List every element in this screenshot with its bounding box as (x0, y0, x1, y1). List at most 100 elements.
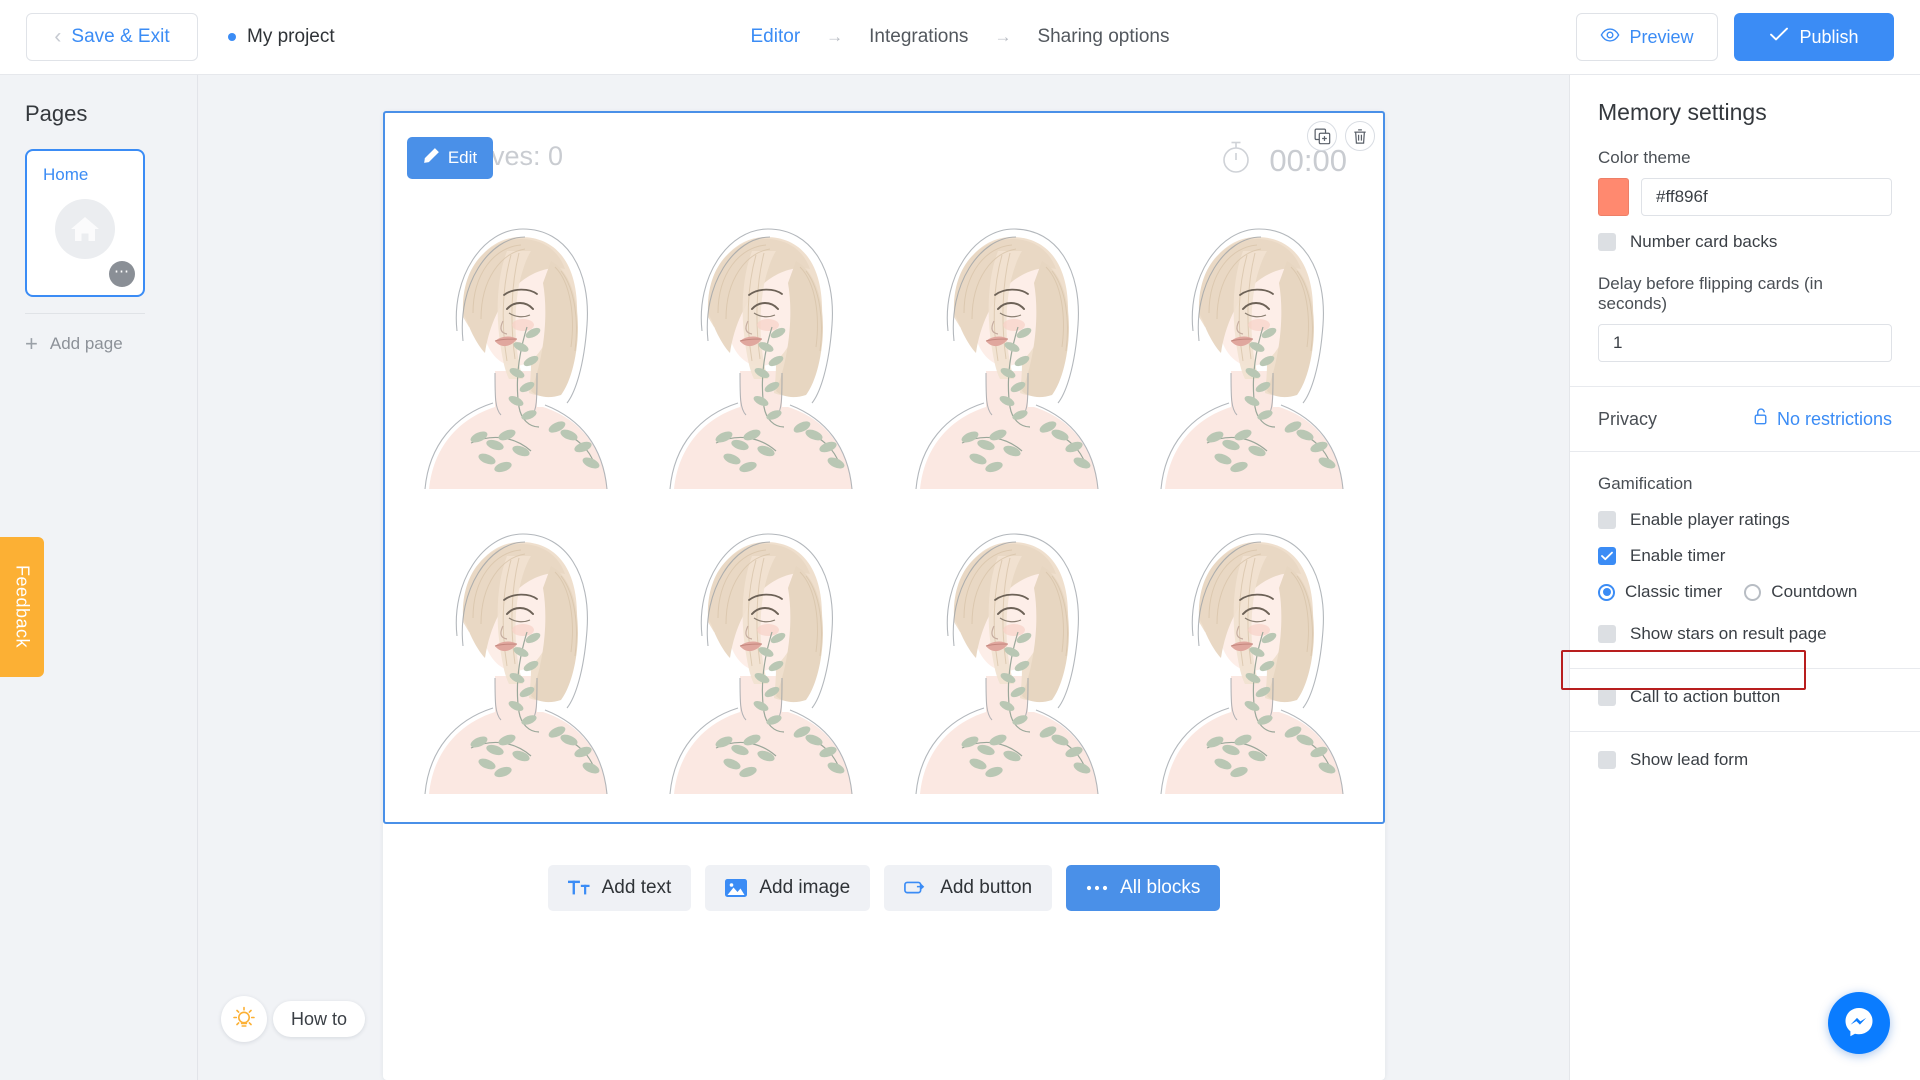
how-to-button[interactable]: How to (273, 1001, 366, 1037)
preview-button[interactable]: Preview (1576, 13, 1718, 61)
delay-input[interactable] (1598, 324, 1892, 362)
privacy-section: Privacy No restrictions (1570, 387, 1920, 451)
lightbulb-icon[interactable] (221, 996, 267, 1042)
cta-label: Call to action button (1630, 687, 1781, 706)
text-icon (567, 878, 590, 898)
pages-sidebar: Pages Home ⋯ + Add page Feedback (0, 75, 198, 1080)
panel-title: Memory settings (1598, 99, 1767, 125)
chevron-left-icon: ‹ (54, 24, 62, 48)
eye-icon (1600, 25, 1620, 50)
add-block-toolbar: Add text Add image Add button All blocks (383, 865, 1385, 911)
classic-timer-label: Classic timer (1625, 582, 1723, 601)
top-bar: ‹ Save & Exit My project Editor → Integr… (0, 0, 1920, 75)
feedback-label: Feedback (12, 565, 33, 649)
color-theme-label: Color theme (1598, 148, 1691, 167)
cta-row[interactable]: Call to action button (1598, 687, 1892, 707)
edit-block-button[interactable]: Edit (407, 137, 493, 179)
check-icon (1769, 26, 1789, 48)
all-blocks-label: All blocks (1120, 877, 1201, 898)
enable-timer-label: Enable timer (1630, 546, 1726, 565)
privacy-value-button[interactable]: No restrictions (1753, 407, 1892, 431)
add-page-button[interactable]: + Add page (25, 333, 123, 355)
show-stars-row[interactable]: Show stars on result page (1598, 624, 1892, 644)
radio-countdown[interactable]: Countdown (1744, 582, 1857, 602)
player-ratings-row[interactable]: Enable player ratings (1598, 510, 1892, 530)
add-image-button[interactable]: Add image (705, 865, 871, 911)
enable-timer-row[interactable]: Enable timer (1598, 546, 1892, 566)
publish-button[interactable]: Publish (1734, 13, 1894, 61)
messenger-icon (1842, 1004, 1876, 1043)
sidebar-divider (25, 313, 145, 314)
memory-card[interactable] (884, 203, 1130, 508)
add-button-button[interactable]: Add button (884, 865, 1053, 911)
color-theme-section: Color theme Number card backs Delay befo… (1570, 148, 1920, 362)
block-toolbar (1307, 121, 1375, 151)
memory-card[interactable] (393, 508, 639, 813)
number-card-backs-checkbox[interactable] (1598, 233, 1616, 251)
breadcrumb-sharing-options[interactable]: Sharing options (1037, 26, 1169, 48)
trash-icon[interactable] (1345, 121, 1375, 151)
lead-form-row[interactable]: Show lead form (1598, 750, 1892, 770)
breadcrumb-arrow-icon: → (826, 27, 844, 46)
save-and-exit-label: Save & Exit (71, 26, 170, 47)
radio-classic-timer[interactable]: Classic timer (1598, 582, 1722, 602)
lead-form-checkbox[interactable] (1598, 751, 1616, 769)
memory-card[interactable] (639, 508, 885, 813)
all-blocks-button[interactable]: All blocks (1066, 865, 1221, 911)
breadcrumb: Editor → Integrations → Sharing options (751, 26, 1170, 48)
add-text-label: Add text (601, 877, 672, 898)
memory-card-grid (393, 203, 1375, 813)
project-name-group[interactable]: My project (228, 26, 335, 48)
memory-card[interactable] (393, 203, 639, 508)
show-stars-checkbox[interactable] (1598, 625, 1616, 643)
canvas-work-area: r of moves: 0 00:00 (199, 75, 1569, 1080)
panel-divider (1570, 731, 1920, 732)
player-ratings-checkbox[interactable] (1598, 511, 1616, 529)
timer-mode-radio-group: Classic timer Countdown (1598, 582, 1892, 602)
cta-checkbox[interactable] (1598, 688, 1616, 706)
radio-dot-icon (1598, 583, 1615, 601)
memory-card[interactable] (1130, 508, 1376, 813)
panel-divider (1570, 451, 1920, 452)
add-page-label: Add page (49, 334, 123, 353)
feedback-tab[interactable]: Feedback (0, 537, 44, 677)
memory-game-block[interactable]: r of moves: 0 00:00 (383, 111, 1385, 824)
breadcrumb-integrations[interactable]: Integrations (869, 26, 968, 48)
save-and-exit-button[interactable]: ‹ Save & Exit (26, 13, 198, 61)
page-card-menu-button[interactable]: ⋯ (109, 261, 135, 287)
sidebar-page-home[interactable]: Home ⋯ (25, 149, 145, 297)
home-icon (55, 199, 115, 259)
show-stars-label: Show stars on result page (1630, 624, 1827, 643)
number-card-backs-label: Number card backs (1630, 232, 1778, 251)
ellipsis-icon (1086, 884, 1108, 892)
edit-label: Edit (447, 148, 478, 167)
publish-label: Publish (1799, 26, 1859, 47)
countdown-label: Countdown (1771, 582, 1858, 601)
color-theme-row (1598, 178, 1892, 216)
player-ratings-label: Enable player ratings (1630, 510, 1790, 529)
add-text-button[interactable]: Add text (547, 865, 692, 911)
memory-card[interactable] (1130, 203, 1376, 508)
preview-label: Preview (1629, 26, 1694, 47)
gamification-section: Gamification Enable player ratings Enabl… (1570, 474, 1920, 644)
how-to-label: How to (291, 1008, 348, 1029)
pages-title: Pages (25, 101, 88, 126)
project-name: My project (247, 26, 335, 47)
button-icon (904, 878, 928, 898)
memory-card[interactable] (884, 508, 1130, 813)
add-button-label: Add button (940, 877, 1033, 898)
memory-card[interactable] (639, 203, 885, 508)
color-hex-input[interactable] (1641, 178, 1892, 216)
duplicate-icon[interactable] (1307, 121, 1337, 151)
add-image-label: Add image (759, 877, 851, 898)
color-swatch[interactable] (1598, 178, 1629, 216)
image-icon (725, 877, 748, 899)
project-status-dot (228, 33, 236, 41)
number-card-backs-row[interactable]: Number card backs (1598, 232, 1892, 252)
enable-timer-checkbox[interactable] (1598, 547, 1616, 565)
breadcrumb-arrow-icon: → (994, 27, 1012, 46)
stopwatch-icon (1219, 139, 1253, 183)
page-card-label: Home (43, 165, 89, 184)
messenger-button[interactable] (1828, 992, 1890, 1054)
breadcrumb-editor[interactable]: Editor (751, 26, 801, 48)
